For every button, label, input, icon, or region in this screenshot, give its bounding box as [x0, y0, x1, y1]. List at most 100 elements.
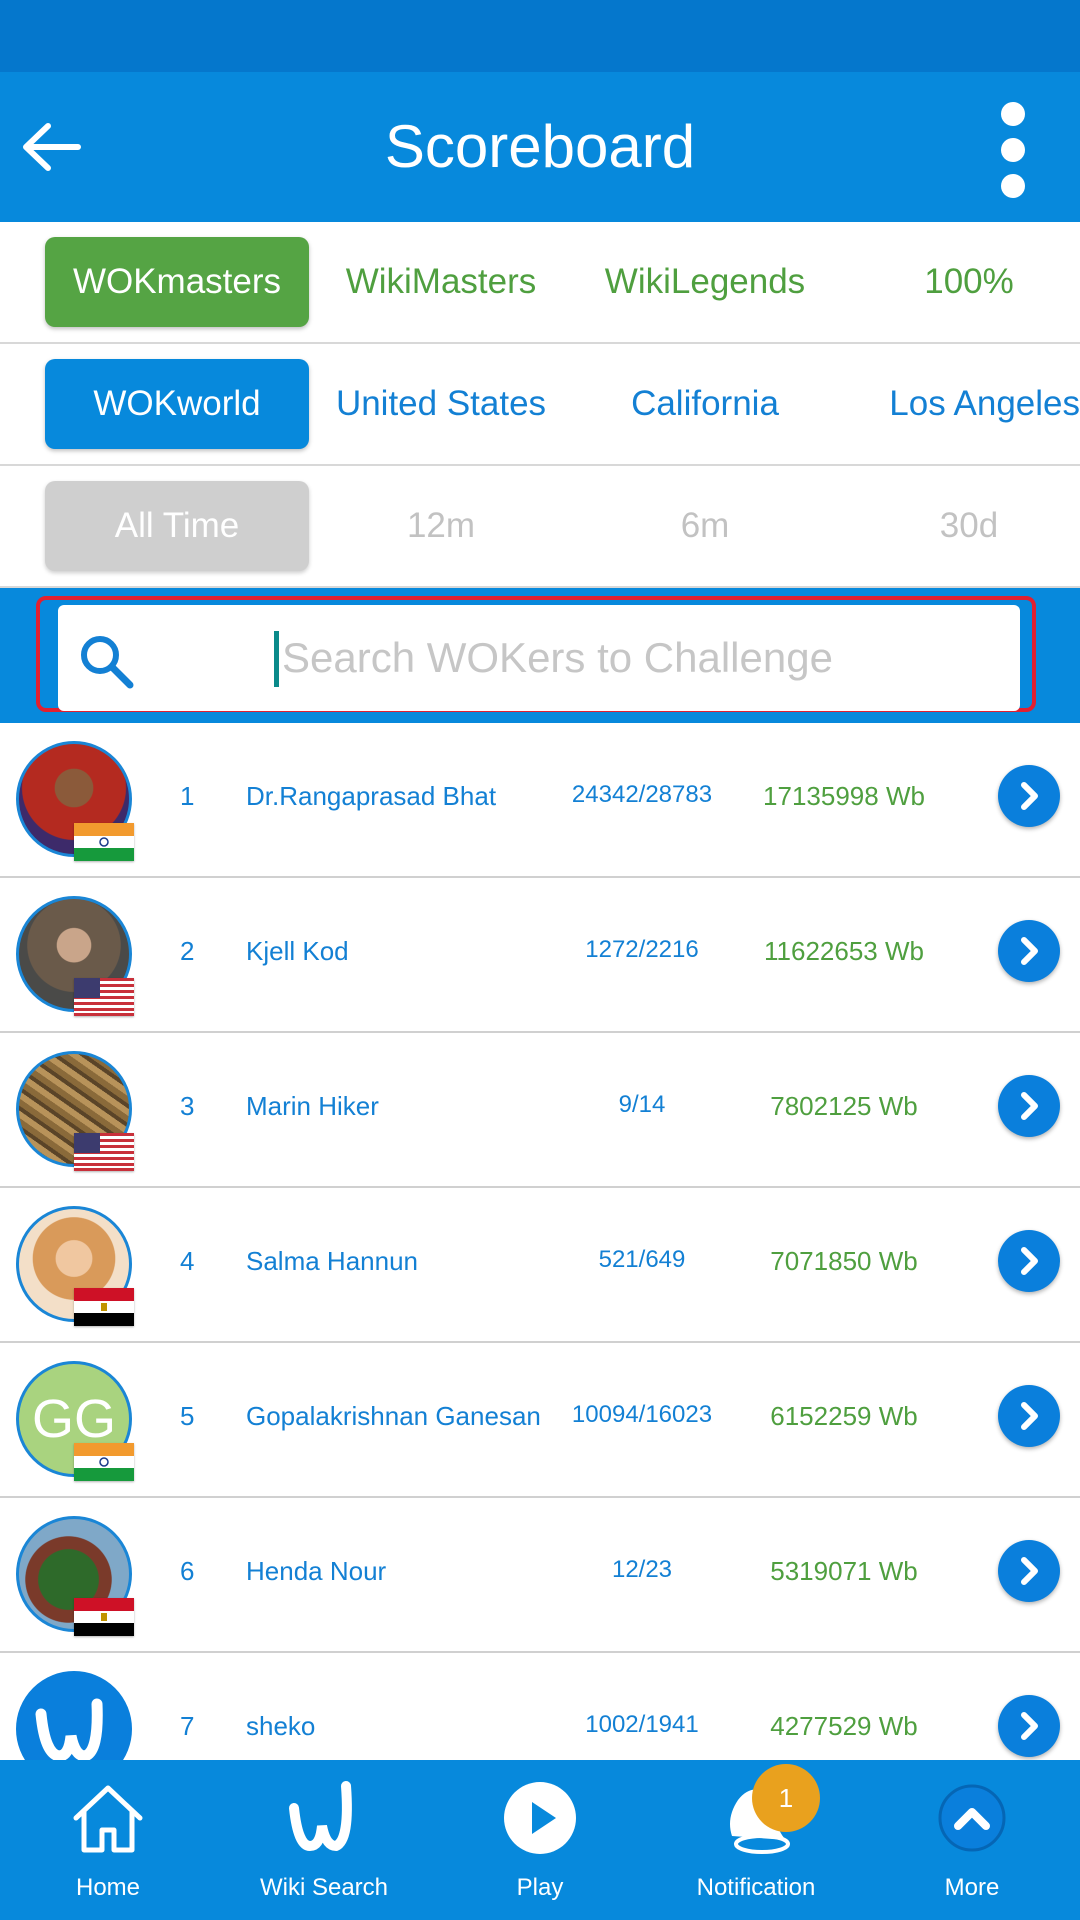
tab-california[interactable]: California	[573, 359, 837, 449]
region-tabs: WOKworld United States California Los An…	[0, 344, 1080, 466]
egypt-flag-icon	[74, 1288, 134, 1326]
open-player-button[interactable]	[998, 1075, 1060, 1137]
score: 4277529 Wb	[770, 1711, 918, 1741]
chevron-right-icon	[1021, 1712, 1038, 1740]
rank: 2	[180, 936, 195, 966]
open-player-button[interactable]	[998, 1540, 1060, 1602]
us-flag-icon	[74, 1133, 134, 1171]
status-bar	[0, 0, 1080, 72]
leaderboard-list: 1 Dr.Rangaprasad Bhat 24342/28783 171359…	[0, 723, 1080, 1760]
player-name[interactable]: Henda Nour	[246, 1556, 386, 1587]
chevron-right-icon	[1021, 1402, 1038, 1430]
open-player-button[interactable]	[998, 920, 1060, 982]
tab-12m[interactable]: 12m	[309, 481, 573, 571]
ratio: 1272/2216	[585, 936, 699, 963]
player-name[interactable]: sheko	[246, 1711, 315, 1742]
ratio: 1002/1941	[585, 1711, 699, 1738]
nav-more[interactable]: More	[864, 1760, 1080, 1920]
nav-label: Wiki Search	[259, 1874, 389, 1901]
table-row[interactable]: 3 Marin Hiker 9/14 7802125 Wb	[0, 1033, 1080, 1188]
open-player-button[interactable]	[998, 1695, 1060, 1757]
nav-play[interactable]: Play	[432, 1760, 648, 1920]
egypt-flag-icon	[74, 1598, 134, 1636]
open-player-button[interactable]	[998, 765, 1060, 827]
rank: 4	[180, 1246, 195, 1276]
tab-los-angeles[interactable]: Los Angeles	[837, 359, 1080, 449]
category-tabs: WOKmasters WikiMasters WikiLegends 100%	[0, 222, 1080, 344]
rank: 7	[180, 1711, 195, 1741]
play-icon	[504, 1782, 576, 1854]
chevron-up-icon	[938, 1784, 1006, 1852]
tab-wikilegends[interactable]: WikiLegends	[573, 237, 837, 327]
more-vertical-icon-dot	[1001, 138, 1025, 162]
score: 11622653 Wb	[764, 936, 924, 966]
chevron-right-icon	[1021, 782, 1038, 810]
chevron-right-icon	[1021, 1092, 1038, 1120]
rank: 1	[180, 781, 195, 811]
nav-home[interactable]: Home	[0, 1760, 216, 1920]
tab-wokmasters[interactable]: WOKmasters	[45, 237, 309, 327]
chevron-right-icon	[1021, 1247, 1038, 1275]
score: 5319071 Wb	[770, 1556, 918, 1586]
wiki-logo-icon	[289, 1781, 352, 1852]
score: 7071850 Wb	[770, 1246, 918, 1276]
table-row[interactable]: 4 Salma Hannun 521/649 7071850 Wb	[0, 1188, 1080, 1343]
ratio: 521/649	[598, 1246, 686, 1273]
rank: 5	[180, 1401, 195, 1431]
score: 7802125 Wb	[770, 1091, 918, 1121]
app-bar: Scoreboard	[0, 72, 1080, 222]
text-caret	[274, 631, 279, 687]
player-name[interactable]: Marin Hiker	[246, 1091, 379, 1122]
tab-united-states[interactable]: United States	[309, 359, 573, 449]
india-flag-icon	[74, 1443, 134, 1481]
table-row[interactable]: 1 Dr.Rangaprasad Bhat 24342/28783 171359…	[0, 723, 1080, 878]
player-name[interactable]: Gopalakrishnan Ganesan	[246, 1401, 541, 1432]
score: 17135998 Wb	[763, 781, 925, 811]
nav-label: More	[944, 1874, 1000, 1901]
search-icon	[81, 636, 134, 689]
rank: 6	[180, 1556, 195, 1586]
open-player-button[interactable]	[998, 1230, 1060, 1292]
table-row[interactable]: 6 Henda Nour 12/23 5319071 Wb	[0, 1498, 1080, 1653]
ratio: 9/14	[618, 1091, 666, 1118]
india-flag-icon	[74, 823, 134, 861]
player-name[interactable]: Kjell Kod	[246, 936, 349, 967]
tab-wikimasters[interactable]: WikiMasters	[309, 237, 573, 327]
table-row[interactable]: GG 5 Gopalakrishnan Ganesan 10094/16023 …	[0, 1343, 1080, 1498]
nav-label: Play	[516, 1874, 564, 1901]
ratio: 10094/16023	[571, 1401, 713, 1428]
table-row[interactable]: 7 sheko 1002/1941 4277529 Wb	[0, 1653, 1080, 1760]
search-bar	[0, 588, 1080, 723]
tab-100-percent[interactable]: 100%	[837, 237, 1080, 327]
ratio: 24342/28783	[571, 781, 713, 808]
tab-all-time[interactable]: All Time	[45, 481, 309, 571]
avatar	[16, 1671, 132, 1760]
tab-30d[interactable]: 30d	[837, 481, 1080, 571]
table-row[interactable]: 2 Kjell Kod 1272/2216 11622653 Wb	[0, 878, 1080, 1033]
wiki-logo-icon	[35, 1698, 103, 1760]
open-player-button[interactable]	[998, 1385, 1060, 1447]
nav-label: Home	[75, 1874, 141, 1901]
more-vertical-icon	[1001, 102, 1025, 126]
notification-badge: 1	[752, 1764, 820, 1832]
more-vertical-icon-dot	[1001, 174, 1025, 198]
tab-wokworld[interactable]: WOKworld	[45, 359, 309, 449]
period-tabs: All Time 12m 6m 30d	[0, 466, 1080, 588]
rank: 3	[180, 1091, 195, 1121]
nav-wiki-search[interactable]: Wiki Search	[216, 1760, 432, 1920]
chevron-right-icon	[1021, 937, 1038, 965]
search-box[interactable]	[58, 605, 1020, 711]
ratio: 12/23	[611, 1556, 673, 1583]
home-icon	[73, 1785, 143, 1853]
score: 6152259 Wb	[770, 1401, 918, 1431]
tab-6m[interactable]: 6m	[573, 481, 837, 571]
us-flag-icon	[74, 978, 134, 1016]
chevron-right-icon	[1021, 1557, 1038, 1585]
player-name[interactable]: Dr.Rangaprasad Bhat	[246, 781, 496, 812]
search-input[interactable]	[282, 623, 1002, 693]
more-options-button[interactable]	[990, 100, 1036, 200]
page-title: Scoreboard	[384, 113, 696, 180]
player-name[interactable]: Salma Hannun	[246, 1246, 418, 1277]
nav-label: Notification	[696, 1874, 816, 1901]
bottom-nav: Home Wiki Search Play Notification More	[0, 1760, 1080, 1920]
